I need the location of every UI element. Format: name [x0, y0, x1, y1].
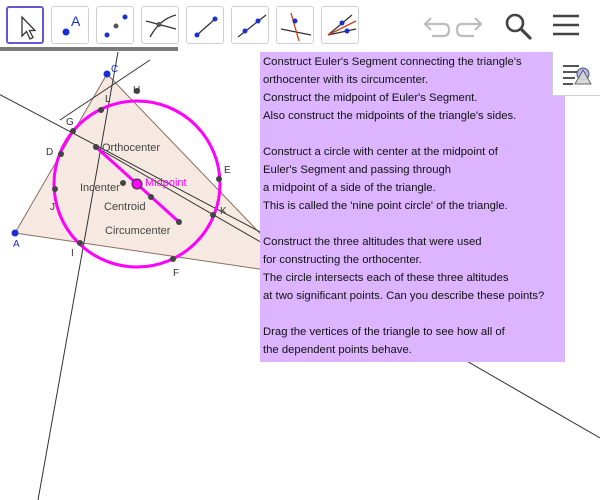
label-g: G [66, 117, 74, 128]
move-tool-button[interactable] [6, 6, 44, 44]
label-f: F [173, 268, 179, 279]
algebra-view-toggle-button[interactable] [552, 52, 600, 96]
perpendicular-line-tool-button[interactable] [276, 6, 314, 44]
perpendicular-line-icon [280, 12, 312, 42]
instruction-line: at two significant points. Can you descr… [263, 290, 545, 302]
instruction-line: orthocenter with its circumcenter. [263, 74, 429, 86]
ray-tool-button[interactable] [231, 6, 269, 44]
label-centroid: Centroid [104, 201, 146, 213]
label-i: I [71, 248, 74, 259]
label-circumcenter: Circumcenter [105, 225, 171, 237]
instruction-line: Construct the three altitudes that were … [263, 236, 482, 248]
instruction-line: for constructing the orthocenter. [263, 254, 422, 266]
intersect-icon [145, 14, 177, 38]
instruction-line: Drag the vertices of the triangle to see… [263, 326, 505, 338]
midpoint-tool-button[interactable] [96, 6, 134, 44]
segment-icon [194, 16, 218, 38]
instructions-text-box[interactable]: Construct Euler's Segment connecting the… [260, 52, 565, 362]
label-k: K [220, 206, 227, 217]
intersect-tool-button[interactable] [141, 6, 179, 44]
midpoint-point[interactable] [131, 178, 143, 190]
toolbar-underline [0, 47, 178, 51]
label-orthocenter: Orthocenter [102, 142, 160, 154]
menu-icon[interactable] [550, 10, 582, 42]
centroid-point[interactable] [148, 194, 154, 200]
midpoint-icon [104, 14, 128, 38]
vertex-point-a[interactable] [11, 229, 19, 237]
angle-bisector-tool-button[interactable] [321, 6, 359, 44]
label-midpoint: Midpoint [145, 177, 187, 189]
point-e[interactable] [216, 176, 222, 182]
label-a: A [13, 239, 20, 250]
point-d[interactable] [58, 151, 64, 157]
incenter-point[interactable] [120, 180, 126, 186]
label-j: J [50, 202, 55, 213]
toolbar: A [0, 0, 600, 52]
point-i[interactable] [77, 240, 83, 246]
ray-icon [237, 14, 267, 38]
vertex-point-c[interactable] [103, 70, 111, 78]
instruction-line: a midpoint of a side of the triangle. [263, 182, 436, 194]
instruction-line: Euler's Segment and passing through [263, 164, 452, 176]
algebra-view-icon [563, 65, 592, 85]
label-h: H [133, 85, 140, 96]
instruction-line: Also construct the midpoints of the tria… [263, 110, 517, 122]
label-incenter: Incenter [80, 182, 120, 194]
point-k[interactable] [210, 212, 216, 218]
instruction-line: This is called the 'nine point circle' o… [263, 200, 508, 212]
instruction-line: Construct Euler's Segment connecting the… [263, 56, 522, 68]
point-l[interactable] [98, 107, 104, 113]
point-icon: A [62, 13, 81, 36]
instruction-line: Construct the midpoint of Euler's Segmen… [263, 92, 478, 104]
point-f[interactable] [170, 256, 176, 262]
altitude-line-from-b[interactable] [37, 52, 119, 500]
label-l: L [105, 94, 111, 105]
point-j[interactable] [52, 186, 58, 192]
segment-tool-button[interactable] [186, 6, 224, 44]
redo-icon[interactable] [454, 10, 488, 42]
instruction-line: The circle intersects each of these thre… [263, 272, 509, 284]
label-d: D [46, 147, 53, 158]
orthocenter-point[interactable] [93, 144, 99, 150]
point-tool-label: A [71, 13, 81, 29]
instruction-line: the dependent points behave. [263, 344, 412, 356]
point-tool-button[interactable]: A [51, 6, 89, 44]
angle-bisector-icon [327, 14, 357, 36]
search-icon[interactable] [501, 10, 535, 44]
undo-icon[interactable] [418, 10, 452, 42]
point-g[interactable] [70, 128, 76, 134]
label-c: C [111, 64, 118, 75]
circumcenter-point[interactable] [176, 219, 182, 225]
arrow-cursor-icon [21, 15, 37, 40]
instruction-line: Construct a circle with center at the mi… [263, 146, 498, 158]
label-e: E [224, 165, 231, 176]
